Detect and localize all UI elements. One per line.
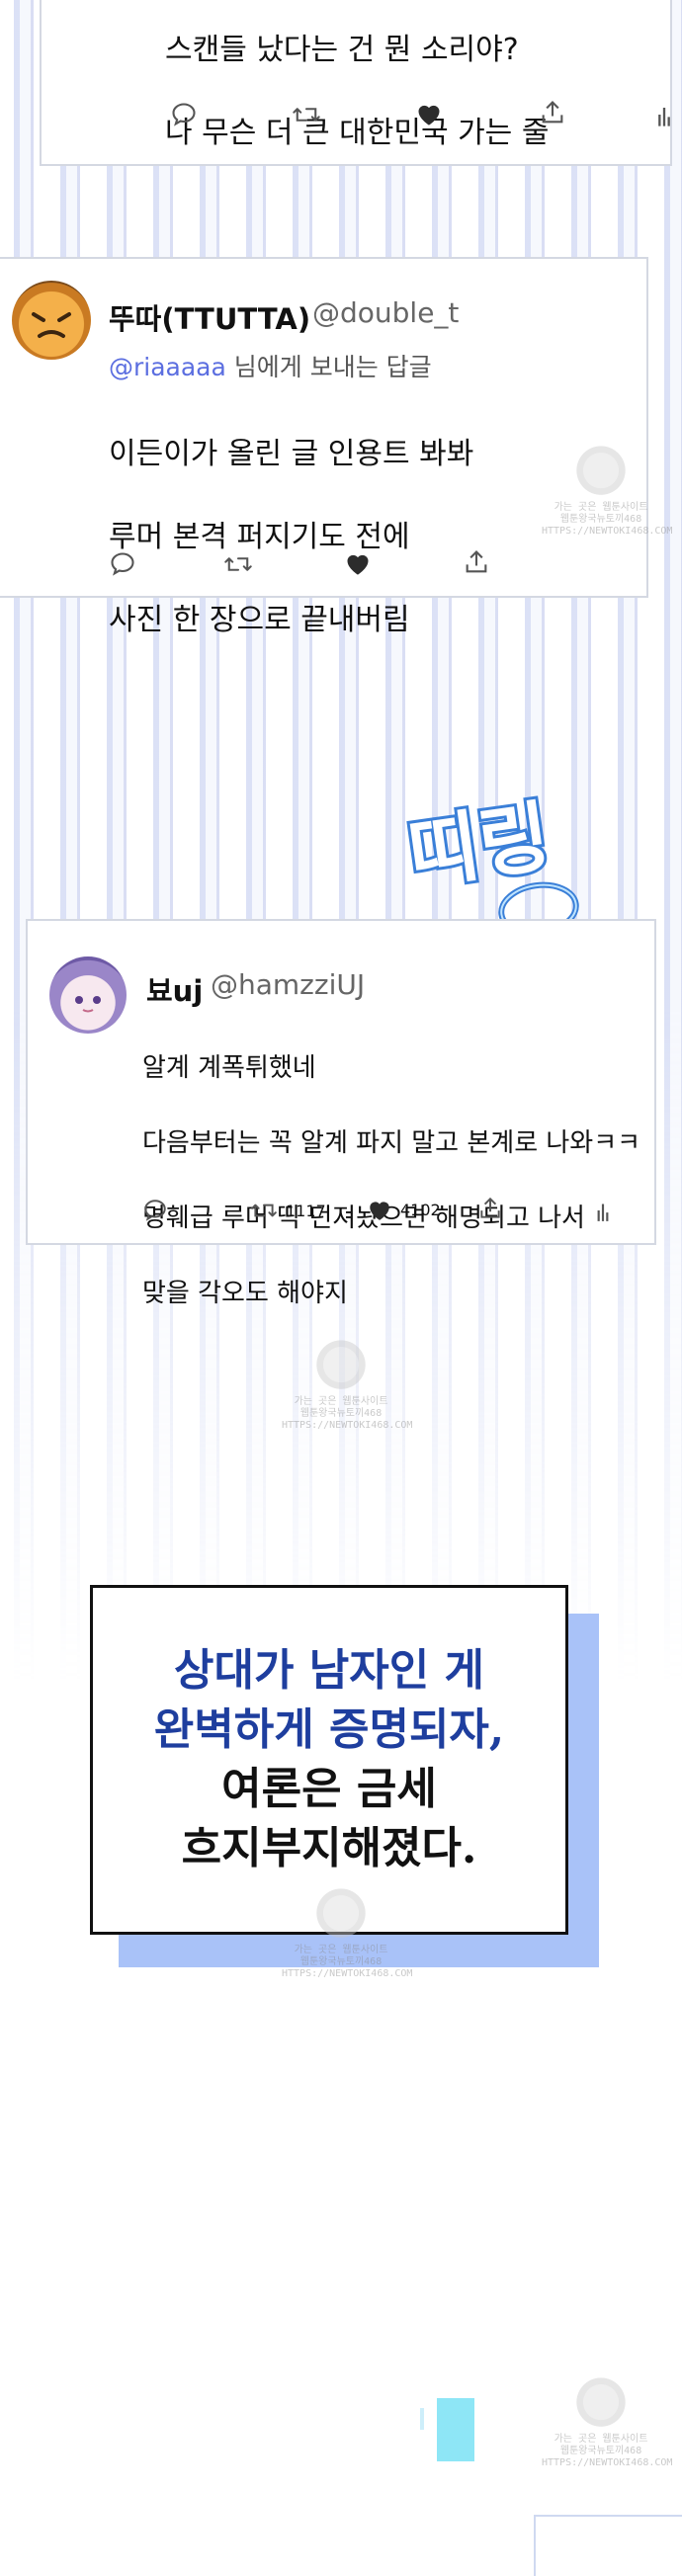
decor-cyan-block [437, 2398, 474, 2461]
watermark: 가는 곳은 웹툰사이트 웹툰왕국뉴토끼468 HTTPS://NEWTOKI46… [542, 2376, 673, 2485]
tweet-card-1: 스캔들 났다는 건 뭔 소리야? 나 무슨 더 큰 대한민국 가는 줄 [40, 0, 672, 166]
handle[interactable]: @hamzziUJ [211, 968, 365, 1001]
watermark-line-1: 가는 곳은 웹툰사이트 [554, 2434, 648, 2445]
like-icon-filled [370, 1202, 389, 1220]
display-name[interactable]: 뵤uj [146, 968, 203, 1010]
reply-icon[interactable] [170, 101, 198, 128]
watermark-logo-icon [310, 1339, 372, 1396]
caption-line-2: 완벽하게 증명되자, [153, 1704, 505, 1755]
tweet-2-text: 이든이가 올린 글 인용트 봐봐 루머 본격 퍼지기도 전에 사진 한 장으로 … [109, 392, 473, 641]
tweet-3-line-2: 다음부터는 꼭 알계 파지 말고 본계로 나와ㅋㅋ [142, 1128, 641, 1158]
tweet-1-line-1: 스캔들 났다는 건 뭔 소리야? [165, 33, 519, 67]
watermark: 가는 곳은 웹툰사이트 웹툰왕국뉴토끼468 HTTPS://NEWTOKI46… [282, 1339, 413, 1448]
watermark-logo-icon [570, 2376, 632, 2434]
like-icon-filled[interactable] [344, 550, 372, 576]
watermark: 가는 곳은 웹툰사이트 웹툰왕국뉴토끼468 HTTPS://NEWTOKI46… [282, 1887, 413, 1996]
caption-line-3: 여론은 금세 [221, 1764, 437, 1814]
tweet-3-line-1: 알계 계폭튀했네 [142, 1053, 316, 1083]
analytics-icon[interactable] [595, 1198, 611, 1223]
tweet-3-line-3: 명훼급 루머 띡 던져놨으면 해명되고 나서 [142, 1204, 585, 1233]
retweet-icon [251, 1204, 277, 1217]
tweet-1-text: 스캔들 났다는 건 뭔 소리야? 나 무슨 더 큰 대한민국 가는 줄 [165, 0, 549, 154]
avatar[interactable] [12, 281, 91, 360]
tweet-3-text: 알계 계폭튀했네 다음부터는 꼭 알계 파지 말고 본계로 나와ㅋㅋ 명훼급 루… [142, 1012, 640, 1312]
mention-link[interactable]: @riaaaaa [109, 353, 226, 381]
tweet-card-3: 뵤uj @hamzziUJ 알계 계폭튀했네 다음부터는 꼭 알계 파지 말고 … [26, 919, 656, 1308]
handle[interactable]: @double_t [312, 296, 459, 329]
reply-icon[interactable] [109, 550, 136, 578]
share-icon[interactable] [539, 99, 566, 126]
share-icon[interactable] [463, 548, 490, 576]
share-icon[interactable] [477, 1196, 503, 1221]
sound-effect-ding: 띠링 [399, 771, 598, 939]
display-name[interactable]: 뚜따(TTUTTA) [109, 296, 310, 338]
reply-icon[interactable] [142, 1198, 168, 1223]
retweet-count: 1117 [286, 1201, 326, 1220]
tweet-2-line-3: 사진 한 장으로 끝내버림 [109, 603, 410, 637]
watermark: 가는 곳은 웹툰사이트 웹툰왕국뉴토끼468 HTTPS://NEWTOKI46… [542, 445, 673, 553]
watermark-line-3: HTTPS://NEWTOKI468.COM [542, 526, 673, 537]
analytics-icon[interactable] [656, 101, 672, 128]
tweet-3-line-4: 맞을 각오도 해야지 [142, 1279, 348, 1308]
watermark-line-2: 웹툰왕국뉴토끼468 [299, 1956, 383, 1967]
next-panel-frame [534, 2515, 682, 2576]
tweet-2-line-2: 루머 본격 퍼지기도 전에 [109, 520, 410, 554]
watermark-line-2: 웹툰왕국뉴토끼468 [299, 1408, 383, 1419]
avatar[interactable] [49, 956, 127, 1034]
retweet-button[interactable]: 1117 [250, 1198, 326, 1223]
narration-caption: 상대가 남자인 게 완벽하게 증명되자, 여론은 금세 흐지부지해졌다. [90, 1585, 568, 1935]
caption-line-4: 흐지부지해졌다. [181, 1823, 477, 1873]
retweet-icon[interactable] [292, 101, 321, 128]
caption-line-1: 상대가 남자인 게 [174, 1645, 484, 1696]
watermark-line-1: 가는 곳은 웹툰사이트 [294, 1945, 388, 1955]
like-count: 4102 [400, 1200, 441, 1219]
watermark-line-1: 가는 곳은 웹툰사이트 [554, 502, 648, 513]
watermark-line-2: 웹툰왕국뉴토끼468 [559, 2446, 642, 2456]
decor-thin-bar [420, 2408, 424, 2430]
tweet-1-line-2: 나 무슨 더 큰 대한민국 가는 줄 [165, 116, 550, 150]
watermark-line-3: HTTPS://NEWTOKI468.COM [282, 1420, 413, 1431]
reply-to-line: @riaaaaa 님에게 보내는 답글 [109, 348, 432, 383]
watermark-line-2: 웹툰왕국뉴토끼468 [559, 514, 642, 525]
watermark-line-3: HTTPS://NEWTOKI468.COM [282, 1968, 413, 1979]
watermark-logo-icon [310, 1887, 372, 1945]
retweet-icon[interactable] [223, 550, 253, 578]
sfx-text-graphic: 띠링 [399, 789, 579, 937]
tweet-2-line-1: 이든이가 올린 글 인용트 봐봐 [109, 437, 474, 471]
watermark-line-3: HTTPS://NEWTOKI468.COM [542, 2457, 673, 2468]
like-icon-filled[interactable] [415, 101, 443, 126]
watermark-line-1: 가는 곳은 웹툰사이트 [294, 1396, 388, 1407]
watermark-logo-icon [570, 445, 632, 502]
like-button[interactable]: 4102 [367, 1198, 441, 1221]
reply-to-suffix: 님에게 보내는 답글 [225, 353, 432, 381]
